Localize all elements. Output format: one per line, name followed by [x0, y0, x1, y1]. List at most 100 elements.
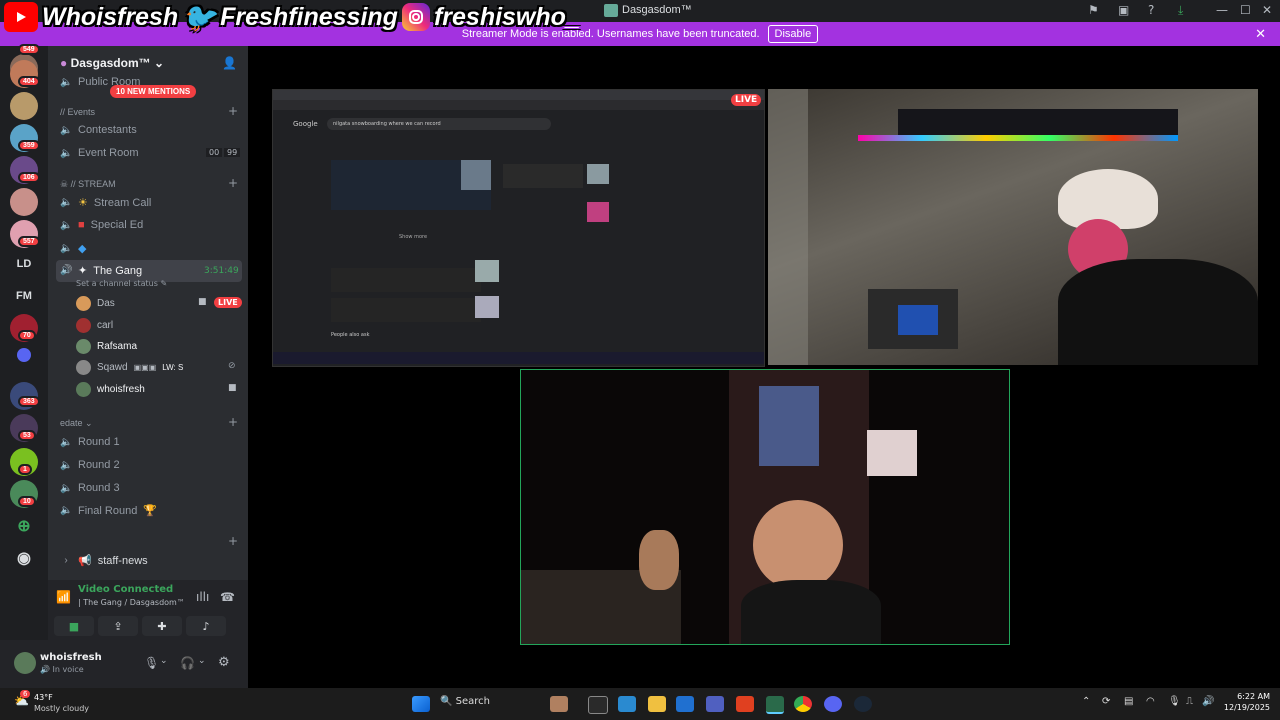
video-icon: ■ [228, 383, 237, 393]
channel-round-2[interactable]: 🔈 Round 2 [60, 459, 120, 471]
category-stream[interactable]: ☠ // STREAM [60, 179, 116, 190]
minimize-icon[interactable]: — [1216, 3, 1228, 17]
maximize-icon[interactable]: ☐ [1240, 3, 1251, 17]
noise-suppression-icon[interactable]: ıllı [196, 590, 209, 604]
add-server-icon[interactable]: ⊕ [0, 516, 48, 536]
server-text-ld[interactable]: LD [0, 258, 48, 270]
add-channel-icon[interactable]: + [228, 176, 238, 190]
channel-status[interactable]: Set a channel status ✎ [76, 279, 167, 288]
channel-diamond[interactable]: 🔈 ◆ [60, 242, 86, 255]
discover-icon[interactable]: ◉ [0, 548, 48, 568]
channel-stream-call[interactable]: 🔈 ☀ Stream Call [60, 196, 151, 210]
mention-badge: 70 [18, 330, 36, 341]
new-mentions-pill[interactable]: 10 NEW MENTIONS [110, 85, 197, 98]
tray-icon[interactable]: ▤ [1124, 696, 1133, 707]
poster [759, 386, 819, 466]
channel-the-gang[interactable]: 🔊 ✦ The Gang [60, 264, 142, 278]
widget-icon[interactable] [550, 696, 568, 712]
microphone-icon[interactable]: 🎙 [1168, 696, 1181, 707]
soundboard-button[interactable]: ♪ [186, 616, 226, 636]
camera-button[interactable]: ■ [54, 616, 94, 636]
steam-icon[interactable] [854, 696, 872, 712]
discord-app-icon[interactable] [766, 696, 784, 714]
avatar [76, 296, 91, 311]
channel-final-round[interactable]: 🔈 Final Round 🏆 [60, 504, 157, 518]
clock-time[interactable]: 6:22 AM [1226, 692, 1270, 701]
show-more: Show more [399, 234, 428, 240]
download-icon[interactable]: ⤓ [1178, 3, 1183, 18]
headphones-icon[interactable]: 🎧 [180, 656, 195, 670]
speaker-icon: 🔈 [60, 76, 73, 88]
chrome-icon[interactable] [794, 696, 812, 712]
server-text-fm[interactable]: FM [0, 290, 48, 302]
mention-badge: 10 [18, 496, 36, 507]
help-icon[interactable]: ? [1148, 3, 1154, 17]
screen-share-button[interactable]: ⇪ [98, 616, 138, 636]
channel-round-1[interactable]: 🔈 Round 1 [60, 436, 120, 448]
chevron-up-icon[interactable]: ⌃ [1082, 696, 1090, 707]
add-channel-icon[interactable]: + [228, 415, 238, 429]
string-lights [858, 135, 1178, 141]
volume-icon[interactable]: 🔊 [1202, 696, 1214, 707]
avatar[interactable] [14, 652, 36, 674]
voice-user[interactable]: carl [76, 318, 113, 333]
voice-user[interactable]: Sqawd ▣▣▣ LW: S [76, 360, 183, 375]
start-button[interactable] [412, 696, 430, 712]
channel-contestants[interactable]: 🔈 Contestants [60, 124, 137, 136]
server-icon[interactable] [10, 92, 38, 120]
search-box[interactable]: 🔍 Search [440, 696, 490, 707]
disconnect-icon[interactable]: ☎ [220, 590, 235, 604]
file-explorer-icon[interactable] [648, 696, 666, 712]
discord-icon[interactable] [824, 696, 842, 712]
chevron-down-icon[interactable]: ⌄ [198, 656, 206, 666]
voice-user[interactable]: whoisfresh [76, 382, 145, 397]
clock-date[interactable]: 12/19/2025 [1222, 703, 1270, 712]
teams-icon[interactable] [706, 696, 724, 712]
server-icon[interactable] [10, 188, 38, 216]
avatar [76, 318, 91, 333]
server-name[interactable]: ● Dasgasdom™ ⌄ [60, 56, 164, 70]
store-icon[interactable] [676, 696, 694, 712]
channel-staff-news[interactable]: › 📢 staff-news [60, 554, 147, 568]
tray-icon[interactable]: ⟳ [1102, 696, 1110, 707]
mention-badge: 557 [18, 236, 40, 247]
category-events[interactable]: // Events [60, 107, 95, 117]
add-channel-icon[interactable]: + [228, 104, 238, 118]
weather-desc[interactable]: Mostly cloudy [34, 704, 89, 713]
close-icon[interactable]: ✕ [1262, 3, 1272, 17]
screen-icon[interactable]: ▣ [1118, 3, 1129, 17]
screen-share-tile[interactable]: LIVE Google nilgata snowboarding where w… [272, 89, 765, 367]
inbox-icon[interactable]: ⚑ [1088, 3, 1099, 17]
folder-icon[interactable] [17, 348, 31, 362]
user-name[interactable]: whoisfresh [40, 652, 102, 663]
category-edate[interactable]: edate ⌄ [60, 418, 93, 429]
channel-round-3[interactable]: 🔈 Round 3 [60, 482, 120, 494]
camera-tile-1[interactable] [768, 89, 1258, 365]
channel-special-ed[interactable]: 🔈 ■ Special Ed [60, 219, 143, 231]
brave-icon[interactable] [736, 696, 754, 712]
twitter-handle: 🐦 Freshfinessing [181, 1, 398, 33]
microphone-icon[interactable]: 🎙 [144, 656, 159, 670]
activities-button[interactable]: ✚ [142, 616, 182, 636]
disable-button[interactable]: Disable [767, 25, 819, 43]
skull-icon: ☠ [60, 179, 69, 189]
chevron-down-icon[interactable]: ⌄ [160, 656, 168, 666]
result-card [503, 164, 583, 188]
network-icon[interactable]: ⎍ [1186, 696, 1193, 707]
voice-user[interactable]: Das [76, 296, 115, 311]
signal-icon[interactable]: 📶 [56, 590, 71, 604]
weather-temp[interactable]: 43°F [34, 693, 53, 702]
mention-badge: 106 [18, 172, 40, 183]
channel-event-room[interactable]: 🔈 Event Room [60, 147, 139, 159]
voice-status[interactable]: Video Connected [78, 584, 173, 595]
copilot-icon[interactable] [618, 696, 636, 712]
camera-tile-2[interactable] [520, 369, 1010, 645]
close-banner-icon[interactable]: ✕ [1255, 26, 1266, 42]
task-view-icon[interactable] [588, 696, 608, 714]
invite-icon[interactable]: 👤 [222, 56, 237, 70]
wifi-icon[interactable]: ◠ [1146, 696, 1155, 707]
add-channel-icon[interactable]: + [228, 534, 238, 548]
settings-gear-icon[interactable]: ⚙ [218, 655, 230, 670]
voice-user[interactable]: Rafsama [76, 339, 137, 354]
video-icon: ■ [198, 297, 207, 307]
